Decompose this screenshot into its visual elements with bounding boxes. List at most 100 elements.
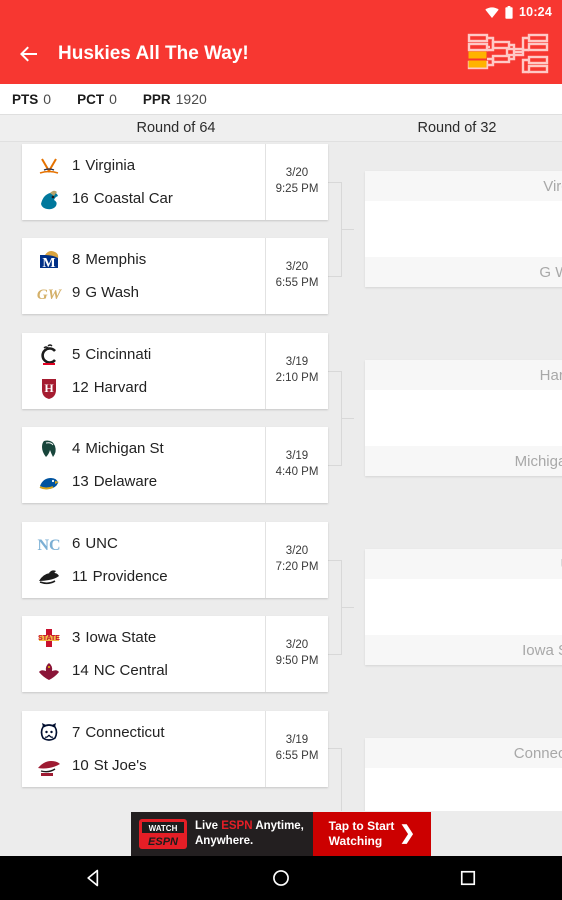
back-arrow-icon	[20, 46, 37, 62]
team-seed: 10	[72, 757, 89, 774]
team-row[interactable]: 4 Michigan St	[22, 432, 265, 465]
nav-back-button[interactable]	[66, 861, 122, 895]
team-seed: 13	[72, 473, 89, 490]
team-name: 3 Iowa State	[72, 629, 157, 646]
svg-text:GW: GW	[37, 287, 63, 303]
team-seed: 6	[72, 535, 81, 552]
game-time: 3/19 2:10 PM	[265, 333, 328, 409]
nav-recents-button[interactable]	[440, 861, 496, 895]
team-row[interactable]: 10 St Joe's	[22, 749, 265, 782]
team-seed: 5	[72, 346, 81, 363]
michigan-state-spartans-logo	[35, 435, 63, 463]
advance-slot-bottom[interactable]: Michigan St	[365, 446, 562, 476]
advance-slot-top[interactable]: UNC	[365, 549, 562, 579]
north-carolina-tar-heels-logo: NC	[35, 530, 63, 558]
game-teams: 1 Virginia 16 Coastal Car	[22, 144, 265, 220]
game-date: 3/19	[285, 450, 309, 463]
team-row[interactable]: NC 6 UNC	[22, 527, 265, 560]
game-card[interactable]: NC 6 UNC 11 Providence 3/20 7:20 PM	[22, 522, 328, 598]
team-row[interactable]: 1 Virginia	[22, 149, 265, 182]
team-row[interactable]: GW 9G Wash	[22, 276, 265, 309]
team-seed: 14	[72, 662, 89, 679]
advance-team-name: G Wash	[539, 263, 562, 281]
svg-text:ESPN: ESPN	[148, 836, 179, 848]
nav-back-triangle-icon	[86, 869, 98, 887]
stat-pct-key: PCT	[77, 92, 105, 107]
team-seed: 16	[72, 190, 89, 207]
stat-ppr-value: 1920	[175, 91, 207, 107]
advance-card[interactable]: Harvard Michigan St	[365, 360, 562, 476]
team-name: 1 Virginia	[72, 157, 136, 174]
game-date: 3/20	[285, 545, 309, 558]
team-row[interactable]: 11 Providence	[22, 560, 265, 593]
ad-copy-line2: Anywhere.	[195, 834, 254, 847]
team-row[interactable]: 5 Cincinnati	[22, 338, 265, 371]
iowa-state-cyclones-logo: STATE	[35, 624, 63, 652]
nav-home-circle-icon	[273, 870, 289, 886]
team-seed: 11	[72, 568, 88, 585]
team-seed: 3	[72, 629, 81, 646]
virginia-cavaliers-logo	[35, 152, 63, 180]
advance-team-name: Michigan St	[514, 452, 562, 470]
ad-cta-line2: Watching	[328, 833, 383, 848]
team-name: 4 Michigan St	[72, 440, 164, 457]
advance-card[interactable]: UNC Iowa State	[365, 549, 562, 665]
game-tip-time: 6:55 PM	[275, 277, 319, 289]
game-card[interactable]: 7 Connecticut 10 St Joe's 3/19 6:55 PM	[22, 711, 328, 787]
advance-card[interactable]: Virginia G Wash	[365, 171, 562, 287]
game-date: 3/20	[285, 167, 309, 180]
app-root: 10:24 Huskies All The Way! PTS 0 PCT 0 P…	[0, 0, 562, 900]
coastal-carolina-chanticleers-logo	[35, 185, 63, 213]
bracket-board[interactable]: 1 Virginia 16 Coastal Car 3/20 9:25 PM M…	[0, 142, 562, 811]
ad-banner: WATCH ESPN Live ESPN Anytime, Anywhere. …	[0, 811, 562, 856]
advance-slot-bottom[interactable]: G Wash	[365, 257, 562, 287]
team-row[interactable]: 13 Delaware	[22, 465, 265, 498]
team-row[interactable]: H 12 Harvard	[22, 371, 265, 404]
team-row[interactable]: 14 NC Central	[22, 654, 265, 687]
nav-home-button[interactable]	[253, 861, 309, 895]
team-row[interactable]: STATE 3 Iowa State	[22, 621, 265, 654]
game-time: 3/20 9:25 PM	[265, 144, 328, 220]
ad-cta-button[interactable]: Tap to Start Watching ❯	[313, 811, 431, 856]
advance-slot-bottom[interactable]: Iowa State	[365, 635, 562, 665]
game-time: 3/20 7:20 PM	[265, 522, 328, 598]
game-time: 3/20 6:55 PM	[265, 238, 328, 314]
back-button[interactable]	[12, 37, 46, 71]
bracket-icon[interactable]	[466, 31, 550, 77]
stat-pts-key: PTS	[12, 92, 39, 107]
advance-team-name: Connecticut	[513, 744, 562, 762]
game-tip-time: 2:10 PM	[275, 372, 319, 384]
memphis-tigers-logo: M	[35, 246, 63, 274]
android-nav-bar	[0, 856, 562, 900]
game-tip-time: 4:40 PM	[275, 466, 319, 478]
ad-banner-click-target[interactable]: WATCH ESPN Live ESPN Anytime, Anywhere. …	[131, 811, 431, 856]
advance-card[interactable]: Connecticut	[365, 738, 562, 811]
nav-recents-square-icon	[461, 870, 476, 886]
saint-josephs-hawks-logo	[35, 752, 63, 780]
game-card[interactable]: 1 Virginia 16 Coastal Car 3/20 9:25 PM	[22, 144, 328, 220]
game-time: 3/19 4:40 PM	[265, 427, 328, 503]
team-row[interactable]: M 8 Memphis	[22, 243, 265, 276]
team-name: 6 UNC	[72, 535, 118, 552]
game-card[interactable]: M 8 Memphis GW 9G Wash 3/20 6:55 PM	[22, 238, 328, 314]
team-name: 5 Cincinnati	[72, 346, 152, 363]
game-card[interactable]: 5 Cincinnati H 12 Harvard 3/19 2:10 PM	[22, 333, 328, 409]
advance-slot-top[interactable]: Virginia	[365, 171, 562, 201]
round-of-32-column: Virginia G Wash Harvard Michigan St UNC	[352, 142, 562, 811]
svg-text:STATE: STATE	[38, 635, 60, 642]
game-tip-time: 9:25 PM	[275, 183, 319, 195]
advance-slot-top[interactable]: Harvard	[365, 360, 562, 390]
team-row[interactable]: 16 Coastal Car	[22, 182, 265, 215]
svg-text:M: M	[42, 256, 55, 271]
wifi-icon	[485, 6, 499, 18]
game-card[interactable]: STATE 3 Iowa State 14 NC Central 3/20 9:…	[22, 616, 328, 692]
svg-text:WATCH: WATCH	[149, 824, 178, 833]
watch-espn-logo-icon: WATCH ESPN	[139, 818, 187, 849]
game-tip-time: 6:55 PM	[275, 750, 319, 762]
round-header-64: Round of 64	[136, 120, 216, 136]
team-row[interactable]: 7 Connecticut	[22, 716, 265, 749]
stat-pct: PCT 0	[77, 91, 117, 107]
ad-copy: Live ESPN Anytime, Anywhere.	[195, 819, 304, 849]
advance-slot-top[interactable]: Connecticut	[365, 738, 562, 768]
game-card[interactable]: 4 Michigan St 13 Delaware 3/19 4:40 PM	[22, 427, 328, 503]
